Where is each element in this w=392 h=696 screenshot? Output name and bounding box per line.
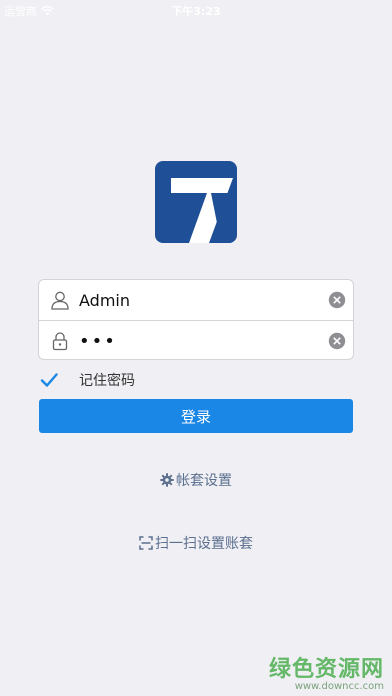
remember-password-row[interactable]: 记住密码 [38, 369, 354, 391]
scan-settings-label: 扫一扫设置账套 [155, 536, 253, 552]
gear-icon [160, 473, 174, 487]
scan-icon [139, 536, 153, 550]
clear-password-icon[interactable] [328, 332, 346, 350]
password-row [39, 320, 353, 361]
password-input[interactable] [79, 326, 322, 356]
username-input[interactable] [79, 285, 322, 315]
status-time: 下午3:23 [171, 5, 221, 18]
lock-icon [49, 330, 71, 352]
account-settings-link[interactable]: 帐套设置 [0, 470, 392, 490]
watermark: 绿色资源网 www.downcc.com [269, 651, 384, 692]
status-bar: 运营商 下午3:23 [0, 0, 392, 20]
remember-password-label: 记住密码 [79, 373, 135, 389]
account-settings-label: 帐套设置 [176, 473, 232, 489]
watermark-title: 绿色资源网 [268, 657, 384, 682]
check-icon[interactable] [39, 370, 59, 390]
login-button[interactable]: 登录 [39, 399, 353, 433]
clear-username-icon[interactable] [328, 291, 346, 309]
username-row [39, 280, 353, 320]
user-icon [49, 289, 71, 311]
scan-settings-link[interactable]: 扫一扫设置账套 [0, 533, 392, 553]
app-logo [155, 161, 237, 243]
login-form [38, 279, 354, 360]
